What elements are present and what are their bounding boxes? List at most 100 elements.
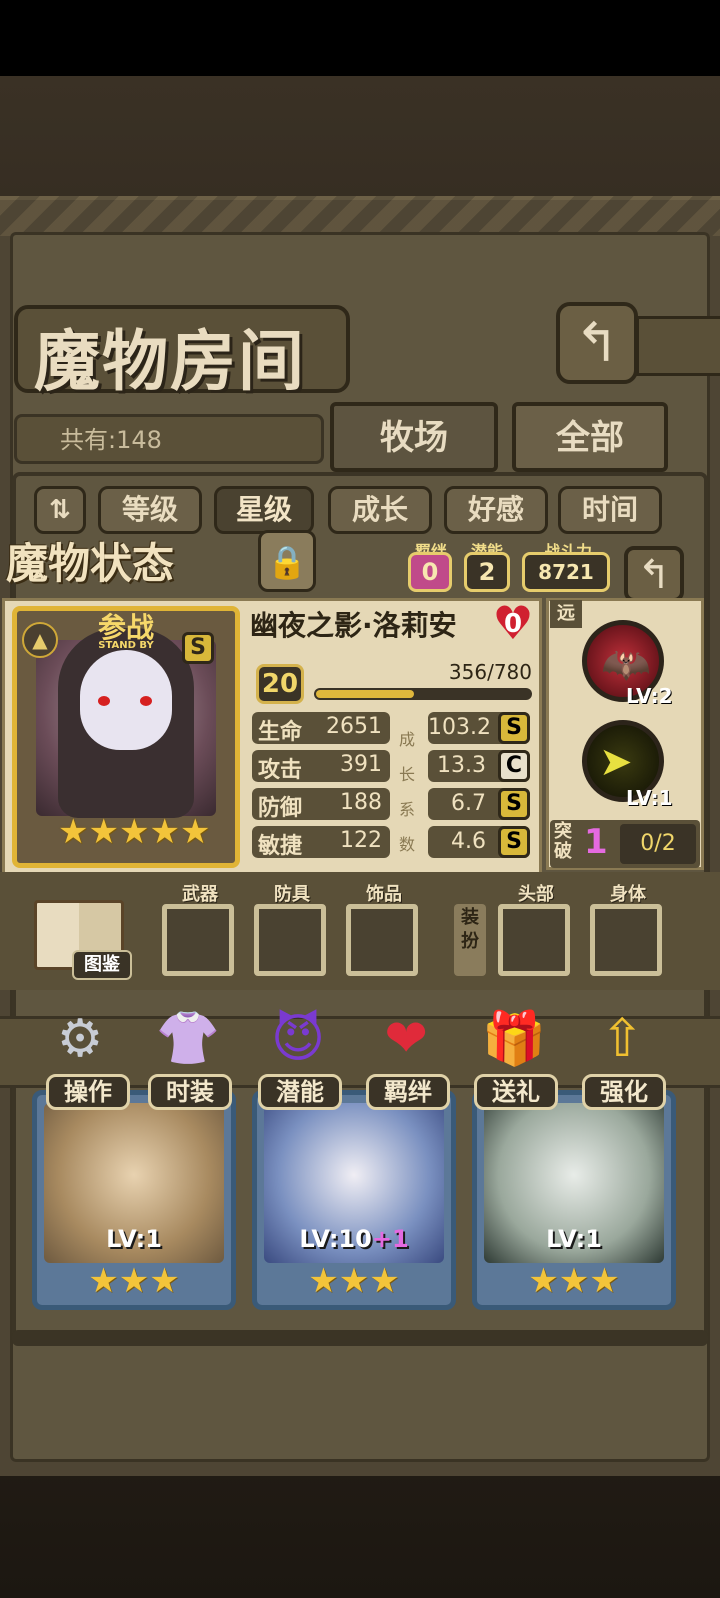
star-icon: ★	[179, 812, 211, 852]
action-operate[interactable]: 操作	[46, 1074, 130, 1110]
monster-card-stars: ★★★	[477, 1261, 671, 1301]
stat-row-hp: 生命 2651	[252, 712, 390, 745]
class-icon: ▲	[22, 622, 58, 658]
portrait-stars: ★★★★★	[58, 812, 210, 852]
panel-zigzag-edge	[0, 196, 720, 236]
star-icon: ★	[88, 812, 119, 852]
breakthrough-value: 1	[584, 822, 608, 862]
codex-label: 图鉴	[72, 950, 132, 980]
slot-body[interactable]	[590, 904, 662, 976]
xp-bar-fill	[316, 690, 414, 698]
action-potential[interactable]: 潜能	[258, 1074, 342, 1110]
back-button-rail	[636, 316, 720, 376]
monster-card-stars: ★★★	[37, 1261, 231, 1301]
star-icon: ★	[118, 812, 150, 852]
monster-card-level: LV:10	[299, 1225, 372, 1253]
monster-card-level-wrap: LV:10+1	[257, 1225, 451, 1253]
return-icon: ↰	[574, 311, 620, 374]
sort-toggle-icon: ⇅	[49, 495, 71, 525]
level-badge: 20	[256, 664, 304, 704]
breakthrough-label: 突破	[554, 821, 572, 862]
star-icon: ★	[558, 1261, 590, 1301]
monster-card[interactable]: LV:10+1 ★★★	[252, 1090, 456, 1310]
slot-armor[interactable]	[254, 904, 326, 976]
return-icon: ↰	[637, 552, 671, 598]
sort-tab-growth[interactable]: 成长	[328, 486, 432, 534]
page-title: 魔物房间	[34, 323, 306, 400]
slot-label-accessory: 饰品	[366, 884, 402, 905]
monster-count: 共有:148	[60, 426, 162, 454]
tab-ranch[interactable]: 牧场	[330, 402, 498, 472]
stat-value: 2651	[326, 714, 382, 739]
demon-icon[interactable]: 😈	[258, 1004, 338, 1074]
slot-label-head: 头部	[518, 884, 554, 905]
sort-tab-star[interactable]: 星级	[214, 486, 314, 534]
back-button[interactable]: ↰	[556, 302, 638, 384]
star-icon: ★	[58, 812, 89, 852]
star-icon: ★	[118, 1261, 150, 1301]
dash-icon: ➤	[599, 739, 633, 785]
growth-coefficient-label: 成长系数	[398, 730, 415, 854]
monster-card[interactable]: LV:1 ★★★	[472, 1090, 676, 1310]
portrait-eye-right	[140, 696, 152, 706]
slot-head[interactable]	[498, 904, 570, 976]
panel-bottom-edge	[12, 1330, 708, 1346]
star-icon: ★	[528, 1261, 559, 1301]
star-icon: ★	[589, 1261, 620, 1301]
dress-up-label[interactable]: 装扮	[454, 904, 486, 976]
star-icon: ★	[149, 812, 180, 852]
slot-weapon[interactable]	[162, 904, 234, 976]
status-back-button[interactable]: ↰	[624, 546, 684, 602]
status-title: 魔物状态	[6, 539, 175, 588]
bat-icon: 🦇	[601, 642, 651, 688]
stat-row-defense: 防御 188	[252, 788, 390, 821]
breakthrough-progress: 0/2	[620, 824, 696, 864]
slot-label-armor: 防具	[274, 884, 310, 905]
monster-card-level: LV:1	[106, 1225, 162, 1253]
standby-label: 参战 STAND BY	[68, 606, 184, 651]
monster-card-bonus: +1	[371, 1225, 409, 1253]
stat-label: 敏捷	[258, 834, 303, 859]
hearts-icon[interactable]: ❤	[366, 1004, 446, 1074]
sort-order-button[interactable]: ⇅	[34, 486, 86, 534]
monster-card[interactable]: LV:1 ★★★	[32, 1090, 236, 1310]
lock-button[interactable]: 🔒	[258, 530, 316, 592]
xp-text: 356/780	[448, 660, 532, 684]
skill-1-level: LV:2	[626, 684, 673, 708]
power-value: 8721	[522, 552, 610, 592]
upgrade-arrow-icon[interactable]: ⇧	[582, 1004, 662, 1074]
stat-row-agility: 敏捷 122	[252, 826, 390, 859]
action-enhance[interactable]: 强化	[582, 1074, 666, 1110]
sort-tab-time[interactable]: 时间	[558, 486, 662, 534]
grade-agility: S	[498, 826, 530, 858]
tab-all[interactable]: 全部	[512, 402, 668, 472]
star-icon: ★	[88, 1261, 119, 1301]
gear-icon[interactable]: ⚙	[40, 1004, 120, 1074]
potential-value: 2	[464, 552, 510, 592]
stat-label: 生命	[258, 720, 303, 745]
action-fashion[interactable]: 时装	[148, 1074, 232, 1110]
outfit-icon[interactable]: 👚	[148, 1004, 228, 1074]
monster-name: 幽夜之影·洛莉安	[250, 609, 457, 642]
grade-attack: C	[498, 750, 530, 782]
affection-value: 0	[503, 609, 523, 639]
skill-2-level: LV:1	[626, 786, 673, 810]
gift-icon[interactable]: 🎁	[474, 1004, 554, 1074]
action-bond[interactable]: 羁绊	[366, 1074, 450, 1110]
slot-accessory[interactable]	[346, 904, 418, 976]
star-icon: ★	[308, 1261, 339, 1301]
action-gift[interactable]: 送礼	[474, 1074, 558, 1110]
slot-label-body: 身体	[610, 884, 646, 905]
monster-portrait-face	[80, 650, 172, 750]
stat-label: 防御	[258, 796, 303, 821]
sort-tab-level[interactable]: 等级	[98, 486, 202, 534]
status-bar	[0, 0, 720, 76]
stat-row-attack: 攻击 391	[252, 750, 390, 783]
sort-tab-affection[interactable]: 好感	[444, 486, 548, 534]
monster-card-level: LV:1	[546, 1225, 602, 1253]
stat-value: 188	[340, 790, 382, 815]
lock-icon: 🔒	[267, 543, 307, 581]
grade-defense: S	[498, 788, 530, 820]
range-label: 远	[550, 600, 582, 628]
standby-sub: STAND BY	[98, 640, 154, 651]
